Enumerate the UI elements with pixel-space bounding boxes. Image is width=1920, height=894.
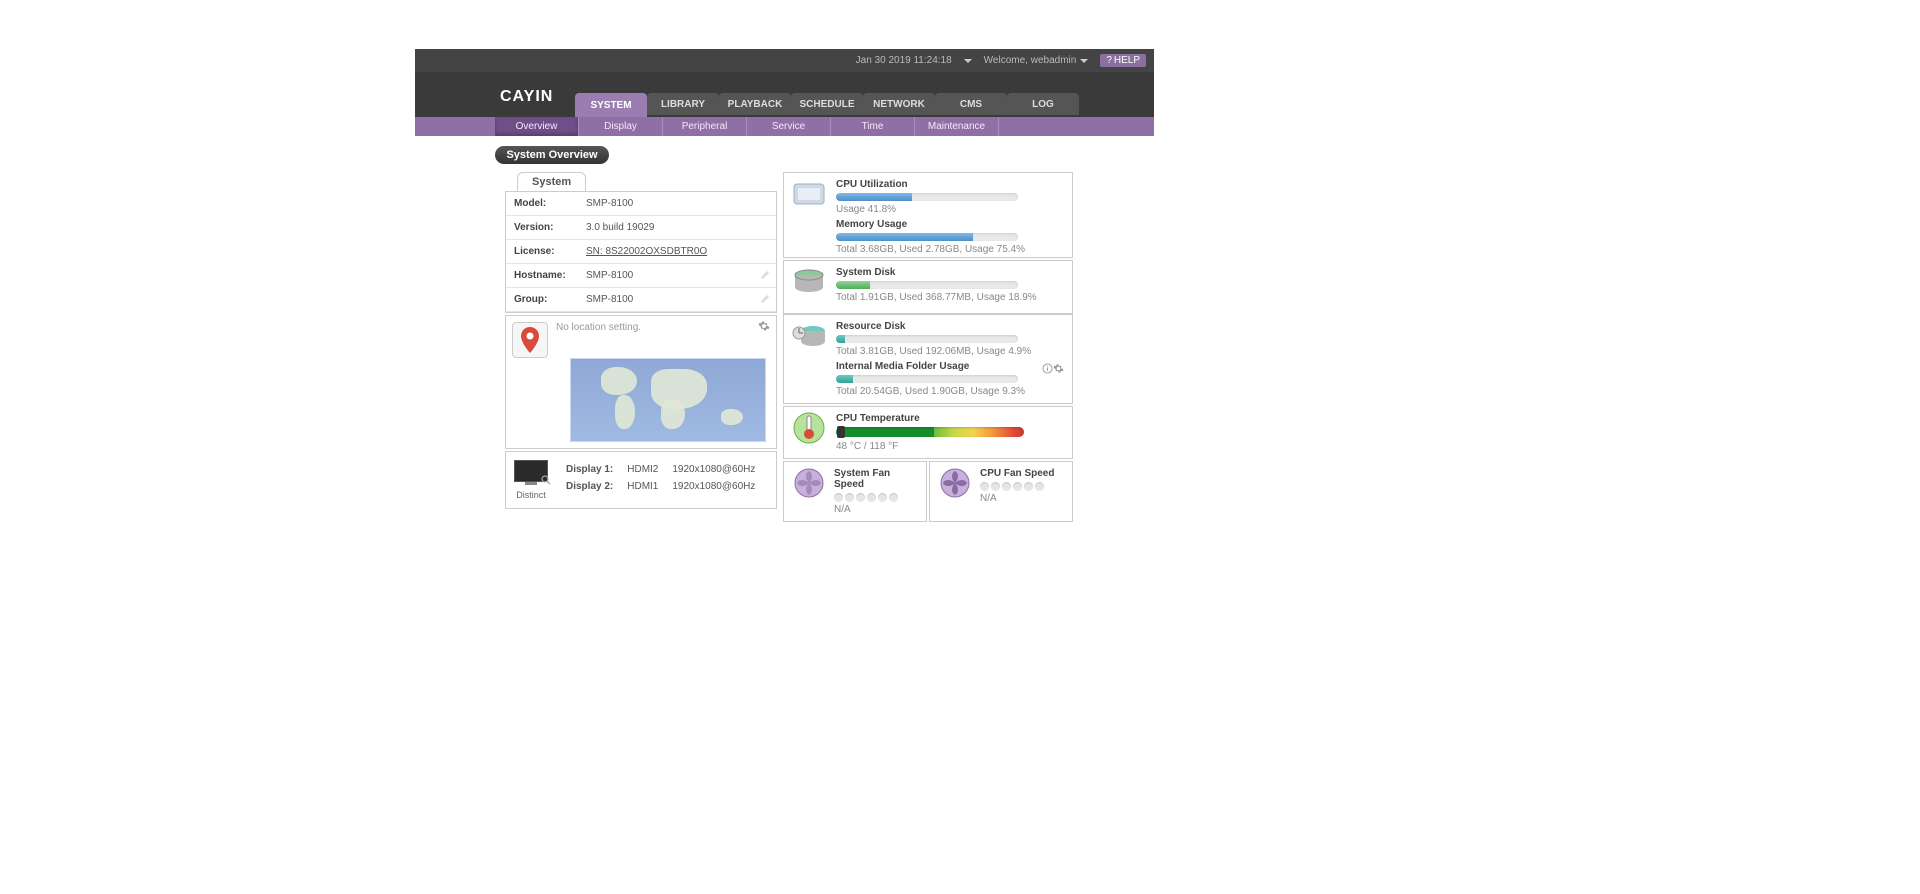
sysdisk-title: System Disk [836, 267, 1064, 278]
media-bar [836, 375, 1018, 383]
subtab-maintenance[interactable]: Maintenance [915, 117, 999, 136]
chevron-down-icon [1080, 59, 1088, 63]
resdisk-text: Total 3.81GB, Used 192.06MB, Usage 4.9% [836, 346, 1064, 357]
resdisk-bar [836, 335, 1018, 343]
media-text: Total 20.54GB, Used 1.90GB, Usage 9.3% [836, 386, 1064, 397]
media-settings-icon[interactable] [1053, 363, 1064, 374]
version-label: Version: [506, 216, 578, 240]
datetime-dropdown-icon[interactable] [964, 59, 972, 63]
tab-log[interactable]: LOG [1007, 93, 1079, 115]
edit-hostname-icon[interactable] [760, 270, 770, 280]
help-icon: ? [1106, 55, 1112, 66]
disk-card: System Disk Total 1.91GB, Used 368.77MB,… [783, 260, 1073, 314]
cpu-icon [790, 179, 828, 209]
hostname-value: SMP-8100 [586, 270, 633, 281]
media-info-icon[interactable] [1042, 363, 1053, 374]
page-title: System Overview [495, 146, 609, 164]
display1-resolution: 1920x1080@60Hz [666, 462, 761, 477]
sysdisk-bar [836, 281, 1018, 289]
subtab-service[interactable]: Service [747, 117, 831, 136]
sysfan-title: System Fan Speed [834, 468, 920, 490]
monitor-icon [514, 460, 548, 482]
edit-group-icon[interactable] [760, 294, 770, 304]
display-mode-label: Distinct [516, 490, 546, 500]
sub-tabs: Overview Display Peripheral Service Time… [415, 117, 1154, 136]
content-area: System Model: SMP-8100 Version: 3.0 buil… [415, 172, 1154, 522]
sysfan-card: System Fan Speed N/A [783, 461, 927, 522]
license-link[interactable]: SN: 8S22002OXSDBTR0O [586, 246, 707, 257]
magnifier-icon[interactable] [541, 475, 551, 485]
brand-logo: CAYIN [500, 88, 553, 106]
group-label: Group: [506, 288, 578, 312]
sysfan-icon [790, 468, 828, 498]
tab-schedule[interactable]: SCHEDULE [791, 93, 863, 115]
resdisk-title: Resource Disk [836, 321, 1064, 332]
memory-text: Total 3.68GB, Used 2.78GB, Usage 75.4% [836, 244, 1064, 255]
welcome-user[interactable]: Welcome, webadmin [984, 55, 1089, 66]
tab-cms[interactable]: CMS [935, 93, 1007, 115]
subtab-display[interactable]: Display [579, 117, 663, 136]
fans-row: System Fan Speed N/A CPU Fan Speed [783, 461, 1073, 522]
temp-bar [836, 427, 1024, 437]
cpu-util-title: CPU Utilization [836, 179, 1064, 190]
help-button[interactable]: ? HELP [1100, 54, 1146, 67]
temp-marker [837, 426, 845, 438]
temp-title: CPU Temperature [836, 413, 1064, 424]
top-status-bar: Jan 30 2019 11:24:18 Welcome, webadmin ?… [415, 49, 1154, 72]
sysfan-value: N/A [834, 504, 920, 515]
disk-icon [790, 267, 828, 297]
main-header: CAYIN SYSTEM LIBRARY PLAYBACK SCHEDULE N… [415, 72, 1154, 117]
cpu-util-bar [836, 193, 1018, 201]
memory-title: Memory Usage [836, 219, 1064, 230]
primary-tabs: SYSTEM LIBRARY PLAYBACK SCHEDULE NETWORK… [575, 93, 1079, 117]
display2-label: Display 2: [560, 479, 619, 494]
display1-label: Display 1: [560, 462, 619, 477]
location-text: No location setting. [512, 322, 770, 333]
thermometer-icon [790, 413, 828, 443]
system-card-tab: System [517, 172, 586, 191]
hostname-label: Hostname: [506, 264, 578, 288]
cpufan-icon [936, 468, 974, 498]
map-pin-icon [512, 322, 548, 358]
temp-card: CPU Temperature 48 °C / 118 °F [783, 406, 1073, 459]
sysdisk-text: Total 1.91GB, Used 368.77MB, Usage 18.9% [836, 292, 1064, 303]
model-value: SMP-8100 [578, 192, 776, 216]
license-label: License: [506, 240, 578, 264]
cpufan-title: CPU Fan Speed [980, 468, 1054, 479]
tab-system[interactable]: SYSTEM [575, 93, 647, 117]
temp-text: 48 °C / 118 °F [836, 441, 1064, 452]
tab-library[interactable]: LIBRARY [647, 93, 719, 115]
app-window: Jan 30 2019 11:24:18 Welcome, webadmin ?… [415, 49, 1154, 523]
version-value: 3.0 build 19029 [578, 216, 776, 240]
cpu-util-text: Usage 41.8% [836, 204, 1064, 215]
cpufan-card: CPU Fan Speed N/A [929, 461, 1073, 522]
system-info-card: Model: SMP-8100 Version: 3.0 build 19029… [505, 191, 777, 313]
world-map[interactable] [570, 358, 766, 442]
sysfan-dots [834, 493, 920, 502]
subtab-time[interactable]: Time [831, 117, 915, 136]
model-label: Model: [506, 192, 578, 216]
group-value: SMP-8100 [586, 294, 633, 305]
cpufan-value: N/A [980, 493, 1054, 504]
datetime-text: Jan 30 2019 11:24:18 [856, 55, 952, 66]
tab-playback[interactable]: PLAYBACK [719, 93, 791, 115]
memory-bar [836, 233, 1018, 241]
tab-network[interactable]: NETWORK [863, 93, 935, 115]
display2-port: HDMI1 [621, 479, 664, 494]
subtab-peripheral[interactable]: Peripheral [663, 117, 747, 136]
location-card: No location setting. [505, 315, 777, 449]
media-title: Internal Media Folder Usage [836, 361, 1042, 372]
resource-disk-icon [790, 321, 828, 351]
resdisk-card: Resource Disk Total 3.81GB, Used 192.06M… [783, 314, 1073, 404]
cpufan-dots [980, 482, 1054, 491]
display-card: Distinct Display 1: HDMI2 1920x1080@60Hz… [505, 451, 777, 509]
display2-resolution: 1920x1080@60Hz [666, 479, 761, 494]
subtab-overview[interactable]: Overview [495, 117, 579, 136]
cpu-util-card: CPU Utilization Usage 41.8% Memory Usage… [783, 172, 1073, 258]
display1-port: HDMI2 [621, 462, 664, 477]
location-settings-icon[interactable] [758, 320, 770, 332]
